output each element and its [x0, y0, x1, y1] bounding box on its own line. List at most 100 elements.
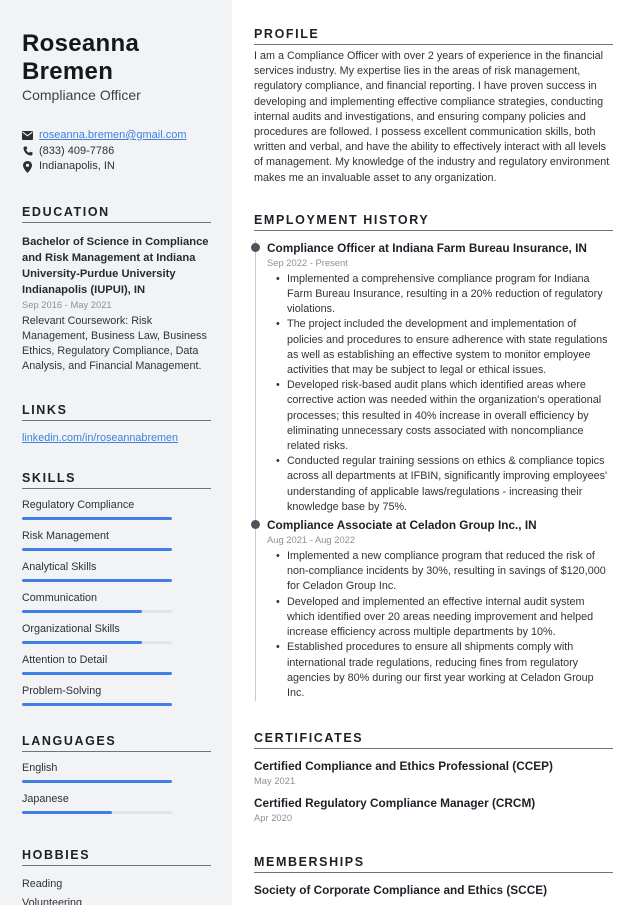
- memberships-section: MEMBERSHIPS Society of Corporate Complia…: [254, 855, 613, 898]
- skill-item: Communication: [22, 591, 211, 613]
- job-title: Compliance Officer: [22, 87, 141, 103]
- job-entry: Compliance Associate at Celadon Group In…: [251, 517, 613, 701]
- education-dates: Sep 2016 - May 2021: [22, 298, 112, 310]
- contact-list: roseanna.bremen@gmail.com (833) 409-7786…: [22, 128, 211, 175]
- first-name: Roseanna: [22, 30, 140, 57]
- membership-item: Society of Corporate Compliance and Ethi…: [254, 882, 613, 898]
- phone-icon: [22, 145, 33, 157]
- job-bullets: Implemented a new compliance program tha…: [267, 549, 613, 701]
- timeline-dot-icon: [251, 242, 260, 252]
- certificate-title: Certified Regulatory Compliance Manager …: [254, 796, 536, 811]
- skill-level-bar: [22, 578, 172, 582]
- skill-label: Analytical Skills: [22, 560, 97, 573]
- education-description: Relevant Coursework: Risk Management, Bu…: [22, 314, 207, 373]
- skill-label: Risk Management: [22, 529, 110, 542]
- job-bullet: Established procedures to ensure all shi…: [276, 640, 613, 701]
- skill-level-bar: [22, 671, 172, 675]
- skill-label: Communication: [22, 591, 98, 604]
- certificate-item: Certified Regulatory Compliance Manager …: [254, 795, 613, 825]
- certificate-item: Certified Compliance and Ethics Professi…: [254, 758, 613, 788]
- languages-list: English Japanese: [22, 761, 211, 814]
- skill-level-bar: [22, 516, 172, 520]
- hobby-item: Volunteering: [22, 896, 83, 905]
- person-name: Roseanna Bremen: [22, 30, 211, 86]
- skill-level-bar: [22, 702, 172, 706]
- job-entry: Compliance Officer at Indiana Farm Burea…: [251, 240, 613, 515]
- job-bullet: Developed and implemented an effective i…: [276, 595, 613, 641]
- job-dates: Aug 2021 - Aug 2022: [267, 534, 356, 546]
- contact-email: roseanna.bremen@gmail.com: [22, 128, 211, 144]
- employment-section: EMPLOYMENT HISTORY Compliance Officer at…: [251, 213, 613, 702]
- language-item: English: [22, 761, 211, 783]
- job-bullet: Developed risk-based audit plans which i…: [276, 378, 613, 454]
- last-name: Bremen: [22, 58, 114, 85]
- memberships-heading: MEMBERSHIPS: [254, 855, 613, 874]
- language-level-bar: [22, 810, 172, 814]
- main-content: PROFILE I am a Compliance Officer with o…: [232, 0, 640, 905]
- education-heading: EDUCATION: [22, 205, 211, 223]
- certificates-heading: CERTIFICATES: [254, 731, 613, 750]
- skill-level-bar: [22, 609, 172, 613]
- links-section: LINKS linkedin.com/in/roseannabremen: [22, 403, 211, 446]
- job-title: Compliance Associate at Celadon Group In…: [267, 518, 537, 533]
- skill-item: Problem-Solving: [22, 684, 211, 706]
- languages-heading: LANGUAGES: [22, 734, 211, 752]
- education-degree: Bachelor of Science in Compliance and Ri…: [22, 235, 209, 296]
- profile-heading: PROFILE: [254, 27, 613, 45]
- skill-item: Attention to Detail: [22, 653, 211, 675]
- skills-heading: SKILLS: [22, 471, 211, 489]
- location: Indianapolis, IN: [39, 160, 115, 172]
- language-label: Japanese: [22, 792, 69, 805]
- skill-label: Regulatory Compliance: [22, 498, 135, 511]
- skill-label: Attention to Detail: [22, 653, 108, 666]
- email-link[interactable]: roseanna.bremen@gmail.com: [39, 128, 187, 144]
- envelope-icon: [22, 130, 33, 142]
- job-bullet: Implemented a comprehensive compliance p…: [276, 272, 613, 318]
- links-heading: LINKS: [22, 403, 211, 421]
- skill-level-fill: [22, 640, 142, 644]
- skill-level-fill: [22, 702, 172, 706]
- education-section: EDUCATION Bachelor of Science in Complia…: [22, 205, 211, 375]
- skill-level-fill: [22, 609, 142, 613]
- sidebar: Roseanna Bremen Compliance Officer rosea…: [0, 0, 232, 905]
- contact-phone: (833) 409-7786: [22, 144, 211, 160]
- membership-title: Society of Corporate Compliance and Ethi…: [254, 883, 548, 898]
- job-dates: Sep 2022 - Present: [267, 256, 348, 268]
- skill-label: Organizational Skills: [22, 622, 120, 635]
- skill-label: Problem-Solving: [22, 684, 102, 697]
- hobbies-section: HOBBIES Reading Volunteering: [22, 848, 211, 905]
- certificate-title: Certified Compliance and Ethics Professi…: [254, 759, 553, 774]
- skill-level-fill: [22, 671, 172, 675]
- skill-item: Risk Management: [22, 529, 211, 551]
- map-pin-icon: [22, 160, 33, 173]
- skills-section: SKILLS Regulatory Compliance Risk Managem…: [22, 471, 211, 706]
- skill-item: Organizational Skills: [22, 622, 211, 644]
- hobbies-heading: HOBBIES: [22, 848, 211, 866]
- skill-level-fill: [22, 578, 172, 582]
- skill-level-bar: [22, 547, 172, 551]
- linkedin-link[interactable]: linkedin.com/in/roseannabremen: [22, 432, 178, 444]
- languages-section: LANGUAGES English Japanese: [22, 734, 211, 814]
- employment-timeline: Compliance Officer at Indiana Farm Burea…: [251, 239, 613, 702]
- certificates-section: CERTIFICATES Certified Compliance and Et…: [254, 731, 613, 825]
- profile-section: PROFILE I am a Compliance Officer with o…: [254, 27, 613, 186]
- profile-text: I am a Compliance Officer with over 2 ye…: [254, 50, 610, 184]
- skill-item: Analytical Skills: [22, 560, 211, 582]
- hobby-item: Reading: [22, 877, 63, 890]
- job-bullet: Implemented a new compliance program tha…: [276, 549, 613, 595]
- contact-location: Indianapolis, IN: [22, 159, 211, 175]
- certificate-date: Apr 2020: [254, 812, 293, 824]
- language-item: Japanese: [22, 792, 211, 814]
- phone-number: (833) 409-7786: [39, 144, 115, 157]
- job-title: Compliance Officer at Indiana Farm Burea…: [267, 240, 587, 255]
- language-level-fill: [22, 779, 172, 783]
- job-bullet: The project included the development and…: [276, 317, 613, 378]
- skill-level-fill: [22, 547, 172, 551]
- language-level-fill: [22, 810, 112, 814]
- certificate-date: May 2021: [254, 775, 296, 787]
- employment-heading: EMPLOYMENT HISTORY: [254, 213, 613, 231]
- language-level-bar: [22, 779, 172, 783]
- job-bullet: Conducted regular training sessions on e…: [276, 454, 613, 515]
- timeline-dot-icon: [251, 520, 260, 530]
- skill-level-fill: [22, 516, 172, 520]
